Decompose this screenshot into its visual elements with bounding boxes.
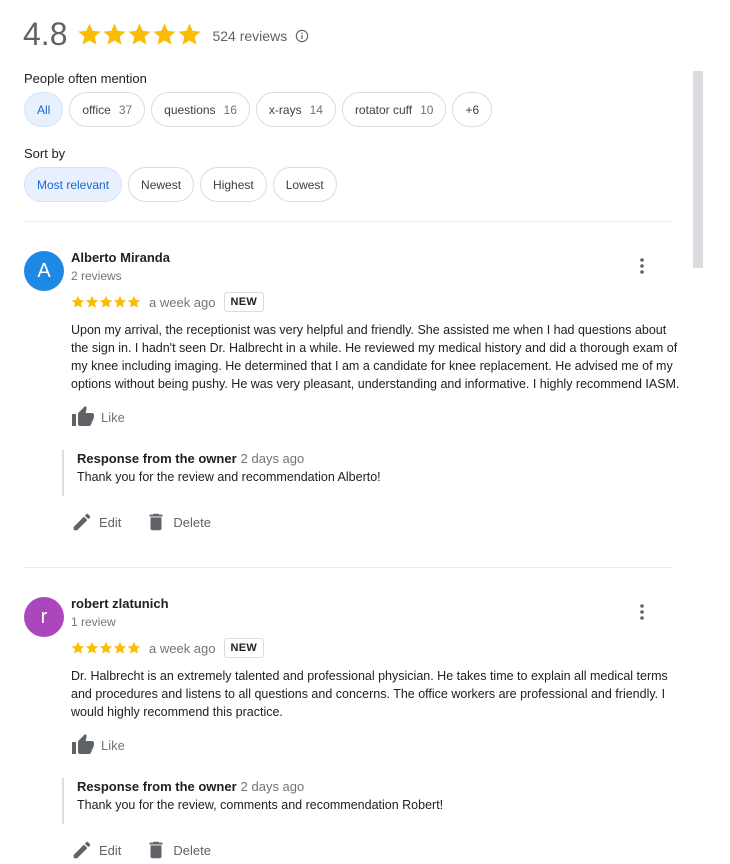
average-rating: 4.8 (23, 15, 68, 52)
trash-icon (149, 513, 163, 531)
star-icon (113, 295, 127, 308)
star-icon (113, 641, 127, 654)
star-icon (99, 641, 113, 654)
star-icon (127, 641, 141, 654)
sort-label: Sort by (24, 146, 66, 161)
star-icon (85, 295, 99, 308)
divider (24, 221, 673, 222)
review-text: Dr. Halbrecht is an extremely talented a… (71, 669, 668, 719)
star-icon (71, 295, 85, 308)
reviewer-name[interactable]: robert zlatunich (71, 596, 681, 612)
delete-button[interactable]: Delete (145, 839, 211, 861)
sort-most-relevant[interactable]: Most relevant (24, 167, 123, 202)
rating-stars (77, 22, 202, 47)
star-icon (178, 23, 202, 45)
owner-response-text: Thank you for the review, comments and r… (77, 798, 444, 812)
review-stars (71, 295, 141, 309)
review-date: a week ago (149, 640, 216, 656)
mentions-chips: All office 37 questions 16 x-rays 14 rotato… (24, 92, 493, 127)
reviewer-stats: 1 review (71, 615, 116, 629)
owner-response-date: 2 days ago (240, 779, 305, 794)
like-button[interactable]: Like (71, 405, 681, 429)
like-label: Like (101, 409, 125, 425)
star-icon (103, 23, 127, 45)
avatar[interactable]: A (24, 251, 64, 291)
thumbs-up-icon (72, 734, 94, 754)
rating-summary: 4.8 524 reviews (23, 14, 309, 54)
owner-response: Response from the owner 2 days ago Thank … (62, 450, 681, 496)
owner-response-header: Response from the owner 2 days ago (77, 778, 681, 796)
pencil-icon (73, 841, 91, 859)
divider (24, 567, 673, 568)
edit-button[interactable]: Edit (71, 511, 121, 533)
total-reviews: 524 reviews (212, 28, 288, 44)
review-meta: a week ago NEW (71, 292, 681, 312)
owner-response-header: Response from the owner 2 days ago (77, 450, 681, 468)
review-body: robert zlatunich 1 review a week ago NEW… (62, 596, 681, 862)
owner-response-text: Thank you for the review and recommendat… (77, 470, 381, 484)
response-actions: Edit Delete (71, 510, 681, 534)
like-label: Like (101, 737, 125, 753)
reviewer-stats: 2 reviews (71, 269, 122, 283)
mentions-label: People often mention (24, 71, 147, 86)
review-date: a week ago (149, 294, 216, 310)
avatar[interactable]: r (24, 597, 64, 637)
star-icon (85, 641, 99, 654)
chip-x-rays[interactable]: x-rays 14 (255, 92, 336, 127)
pencil-icon (73, 513, 91, 531)
chip-rotator-cuff[interactable]: rotator cuff 10 (341, 92, 447, 127)
edit-label: Edit (99, 514, 122, 530)
reviewer-name[interactable]: Alberto Miranda (71, 250, 681, 266)
owner-response: Response from the owner 2 days ago Thank … (62, 778, 681, 824)
delete-label: Delete (173, 514, 211, 530)
star-icon (99, 295, 113, 308)
new-badge: NEW (223, 638, 265, 658)
sort-newest[interactable]: Newest (128, 167, 195, 202)
like-button[interactable]: Like (71, 733, 681, 757)
review-meta: a week ago NEW (71, 638, 681, 658)
chip-questions[interactable]: questions 16 (151, 92, 250, 127)
owner-response-title: Response from the owner (77, 451, 237, 466)
star-icon (128, 23, 152, 45)
review-stars (71, 641, 141, 655)
scrollbar-thumb[interactable] (693, 71, 703, 268)
star-icon (127, 295, 141, 308)
sort-lowest[interactable]: Lowest (272, 167, 337, 202)
new-badge: NEW (223, 292, 265, 312)
owner-response-date: 2 days ago (240, 451, 305, 466)
thumbs-up-icon (72, 406, 94, 426)
sort-highest[interactable]: Highest (200, 167, 267, 202)
sort-options: Most relevant Newest Highest Lowest (24, 167, 337, 202)
owner-response-title: Response from the owner (77, 779, 237, 794)
chip-more[interactable]: +6 (452, 92, 493, 127)
trash-icon (149, 841, 163, 859)
review-body: Alberto Miranda 2 reviews a week ago NEW… (62, 250, 681, 534)
chip-office[interactable]: office 37 (69, 92, 146, 127)
response-actions: Edit Delete (71, 838, 681, 862)
star-icon (71, 641, 85, 654)
review-text: Upon my arrival, the receptionist was ve… (71, 323, 680, 391)
edit-label: Edit (99, 842, 122, 858)
info-icon[interactable] (295, 29, 309, 43)
delete-label: Delete (173, 842, 211, 858)
edit-button[interactable]: Edit (71, 839, 121, 861)
star-icon (78, 23, 102, 45)
star-icon (153, 23, 177, 45)
delete-button[interactable]: Delete (145, 511, 211, 533)
chip-all[interactable]: All (24, 92, 64, 127)
